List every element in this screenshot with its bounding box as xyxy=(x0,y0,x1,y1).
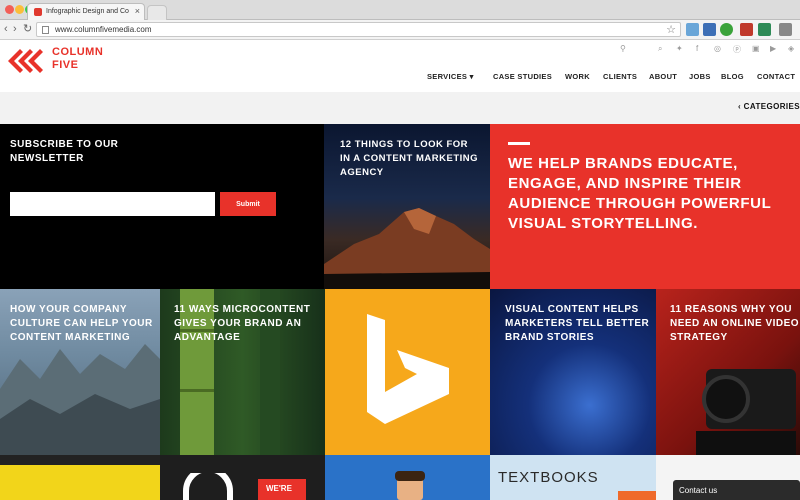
article-tile-microcontent[interactable]: 11 WAYS MICROCONTENT GIVES YOUR BRAND AN… xyxy=(160,289,325,455)
orange-accent xyxy=(618,491,656,500)
article-title: 12 THINGS TO LOOK FOR IN A CONTENT MARKE… xyxy=(340,139,479,178)
search-icon[interactable]: ⚲ xyxy=(620,44,626,53)
nav-blog[interactable]: BLOG xyxy=(721,72,744,81)
bookmark-star-icon[interactable]: ☆ xyxy=(666,23,676,36)
article-tile-visual-content[interactable]: VISUAL CONTENT HELPS MARKETERS TELL BETT… xyxy=(490,289,656,455)
nav-about[interactable]: ABOUT xyxy=(649,72,677,81)
column-five-logo-icon[interactable] xyxy=(6,46,46,81)
twitter-icon[interactable]: ✦ xyxy=(676,44,683,53)
article-tile-video-strategy[interactable]: 11 REASONS WHY YOU NEED AN ONLINE VIDEO … xyxy=(656,289,800,455)
extension-icon[interactable] xyxy=(758,23,771,36)
newsletter-signup: SUBSCRIBE TO OUR NEWSLETTER Submit xyxy=(0,124,324,289)
email-input[interactable] xyxy=(10,192,215,216)
linkedin-icon[interactable]: ▣ xyxy=(752,44,760,53)
cliffs-image xyxy=(0,344,160,455)
article-tile-textbooks[interactable]: TEXTBOOKS xyxy=(490,455,656,500)
logo-line-1: COLUMN xyxy=(52,46,104,58)
article-title: VISUAL CONTENT HELPS MARKETERS TELL BETT… xyxy=(505,304,650,343)
article-title: HOW YOUR COMPANY CULTURE CAN HELP YOUR C… xyxy=(10,304,153,343)
back-button[interactable]: ‹ xyxy=(4,23,8,36)
browser-toolbar: ‹ › ↻ www.columnfivemedia.com ☆ xyxy=(0,20,800,40)
mountain-image xyxy=(324,208,490,289)
textbooks-title: TEXTBOOKS xyxy=(498,469,599,486)
article-tile-yellow[interactable] xyxy=(0,455,160,500)
instagram-icon[interactable]: ◎ xyxy=(714,44,721,53)
contact-us-button[interactable]: Contact us xyxy=(673,480,800,500)
tile-topbar xyxy=(0,455,160,465)
submit-button[interactable]: Submit xyxy=(220,192,276,216)
extension-icon[interactable] xyxy=(740,23,753,36)
tab-close-icon[interactable]: × xyxy=(135,6,140,16)
nav-work[interactable]: WORK xyxy=(565,72,590,81)
site-favicon-icon xyxy=(34,8,42,16)
browser-tab-bar: Infographic Design and Co × xyxy=(0,0,800,20)
newsletter-title: SUBSCRIBE TO OUR NEWSLETTER xyxy=(10,139,119,164)
close-window-button[interactable] xyxy=(5,5,14,14)
nav-case-studies[interactable]: CASE STUDIES xyxy=(493,72,552,81)
categories-toggle[interactable]: ‹ CATEGORIES xyxy=(738,102,800,111)
site-header: COLUMN FIVE ⚲ ⌕ ✦ f ◎ ⓟ ▣ ▶ ◈ SERVICES ▾… xyxy=(0,40,800,92)
hero-banner: WE HELP BRANDS EDUCATE, ENGAGE, AND INSP… xyxy=(490,124,800,289)
extension-icon[interactable] xyxy=(720,23,733,36)
were-badge: WE'RE xyxy=(258,479,306,500)
article-tile-agency[interactable]: 12 THINGS TO LOOK FOR IN A CONTENT MARKE… xyxy=(324,124,490,289)
brand-logo[interactable]: COLUMN FIVE xyxy=(52,46,103,72)
person-illustration-icon xyxy=(395,471,425,500)
address-url: www.columnfivemedia.com xyxy=(55,25,152,34)
reload-button[interactable]: ↻ xyxy=(23,23,32,36)
article-tile-illustration[interactable] xyxy=(325,455,490,500)
youtube-icon[interactable]: ▶ xyxy=(770,44,776,53)
new-tab-button[interactable] xyxy=(147,5,167,20)
article-tile-were[interactable]: WE'RE xyxy=(160,455,325,500)
nav-clients[interactable]: CLIENTS xyxy=(603,72,637,81)
article-tile-bing[interactable] xyxy=(325,289,490,455)
camera-image xyxy=(696,369,796,455)
categories-bar: ‹ CATEGORIES xyxy=(0,92,800,124)
forward-button[interactable]: › xyxy=(13,23,17,36)
address-bar[interactable]: www.columnfivemedia.com ☆ xyxy=(36,22,681,37)
article-title: 11 WAYS MICROCONTENT GIVES YOUR BRAND AN… xyxy=(174,304,311,343)
hero-divider xyxy=(508,142,530,145)
nav-services[interactable]: SERVICES ▾ xyxy=(427,72,474,81)
tab-title: Infographic Design and Co xyxy=(46,8,129,15)
bing-logo-icon xyxy=(367,314,449,424)
extension-icon[interactable] xyxy=(686,23,699,36)
facebook-icon[interactable]: f xyxy=(696,44,698,53)
article-tile-company-culture[interactable]: HOW YOUR COMPANY CULTURE CAN HELP YOUR C… xyxy=(0,289,160,455)
article-title: 11 REASONS WHY YOU NEED AN ONLINE VIDEO … xyxy=(670,304,800,343)
logo-line-2: FIVE xyxy=(52,59,79,71)
search-icon[interactable]: ⌕ xyxy=(658,44,662,54)
hero-headline: WE HELP BRANDS EDUCATE, ENGAGE, AND INSP… xyxy=(508,155,772,232)
headphones-icon xyxy=(183,473,233,500)
browser-tab-active[interactable]: Infographic Design and Co × xyxy=(27,3,145,20)
nav-contact[interactable]: CONTACT xyxy=(757,72,795,81)
extension-icon[interactable] xyxy=(703,23,716,36)
page-icon xyxy=(42,26,49,34)
minimize-window-button[interactable] xyxy=(15,5,24,14)
rss-icon[interactable]: ◈ xyxy=(788,44,794,53)
pinterest-icon[interactable]: ⓟ xyxy=(733,44,741,55)
nav-jobs[interactable]: JOBS xyxy=(689,72,711,81)
extension-icon[interactable] xyxy=(779,23,792,36)
